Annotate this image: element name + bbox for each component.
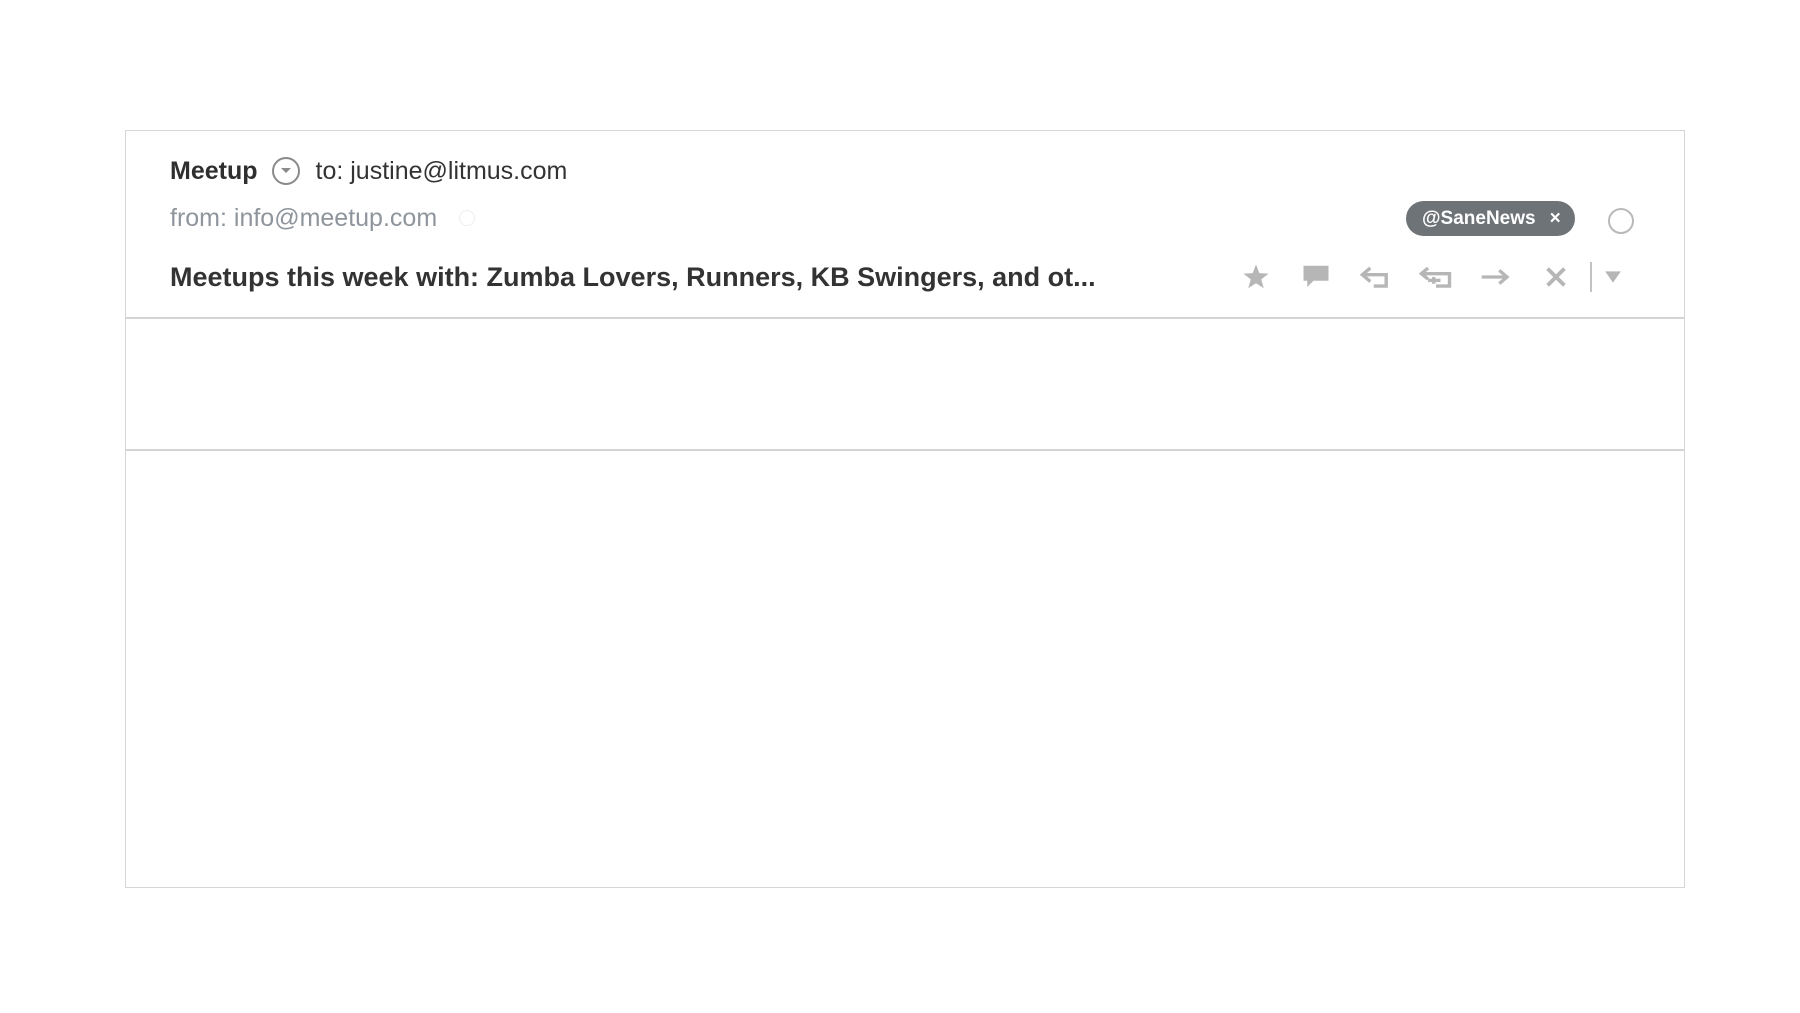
message-body bbox=[126, 453, 1684, 887]
sender-menu-icon[interactable] bbox=[271, 157, 300, 185]
toolbar-divider bbox=[1590, 262, 1592, 292]
from-row: from: info@meetup.com bbox=[170, 201, 476, 235]
email-frame: Meetup to: justine@litmus.com from: info… bbox=[125, 130, 1685, 888]
star-icon[interactable] bbox=[1226, 257, 1286, 297]
sender-name[interactable]: Meetup bbox=[170, 157, 258, 186]
forward-icon[interactable] bbox=[1466, 257, 1526, 297]
action-toolbar bbox=[1226, 257, 1628, 297]
read-status-circle-icon[interactable] bbox=[1608, 208, 1634, 234]
reply-icon[interactable] bbox=[1346, 257, 1406, 297]
message-banner-area bbox=[126, 321, 1684, 451]
subject-row: Meetups this week with: Zumba Lovers, Ru… bbox=[170, 257, 1096, 297]
subject-line: Meetups this week with: Zumba Lovers, Ru… bbox=[170, 261, 1096, 292]
more-dropdown-icon[interactable] bbox=[1598, 257, 1628, 297]
from-address: from: info@meetup.com bbox=[170, 203, 438, 232]
sender-row: Meetup to: justine@litmus.com bbox=[170, 153, 567, 189]
delete-icon[interactable] bbox=[1526, 257, 1586, 297]
reply-all-icon[interactable] bbox=[1406, 257, 1466, 297]
tag-label: @SaneNews bbox=[1422, 207, 1536, 229]
message-header: Meetup to: justine@litmus.com from: info… bbox=[126, 131, 1684, 319]
from-status-dot-icon bbox=[459, 210, 476, 226]
comment-icon[interactable] bbox=[1286, 257, 1346, 297]
recipient-line: to: justine@litmus.com bbox=[315, 156, 568, 185]
tag-badge[interactable]: @SaneNews × bbox=[1406, 201, 1575, 236]
tag-remove-icon[interactable]: × bbox=[1550, 208, 1561, 230]
